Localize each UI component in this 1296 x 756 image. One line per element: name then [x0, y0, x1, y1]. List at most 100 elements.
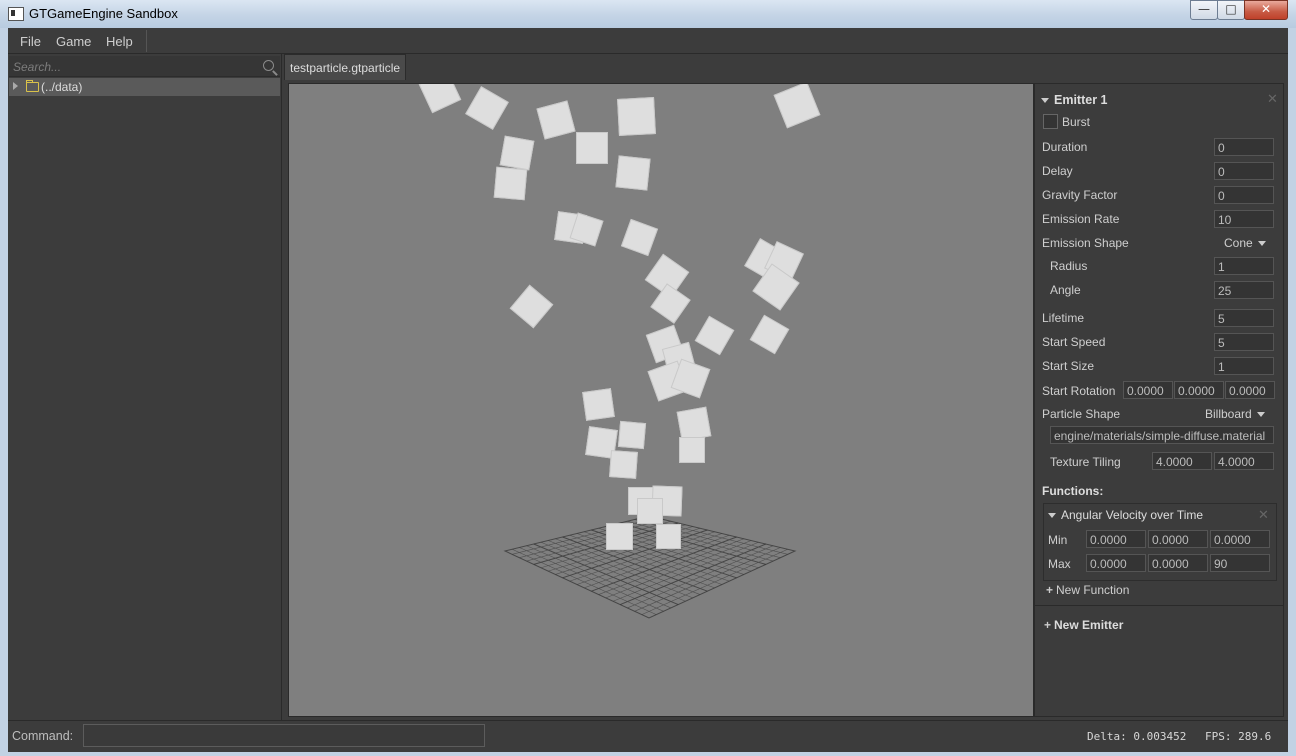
fps-readout: FPS: 289.6 [1205, 730, 1272, 743]
gravity-factor-label: Gravity Factor [1042, 188, 1118, 202]
search-icon[interactable] [263, 60, 274, 71]
duration-label: Duration [1042, 140, 1088, 154]
delay-label: Delay [1042, 164, 1073, 178]
delay-field[interactable]: 0 [1214, 162, 1274, 180]
functions-heading: Functions: [1042, 484, 1104, 498]
maximize-button[interactable]: □ [1217, 0, 1245, 20]
folder-icon [26, 80, 39, 92]
texture-tiling-v-field[interactable]: 4.0000 [1214, 452, 1274, 470]
particle [606, 523, 633, 550]
start-rotation-y-field[interactable]: 0.0000 [1174, 381, 1224, 399]
start-size-field[interactable]: 1 [1214, 357, 1274, 375]
menu-game[interactable]: Game [56, 34, 91, 49]
menu-help[interactable]: Help [106, 34, 133, 49]
new-emitter-button[interactable]: + New Emitter [1044, 618, 1123, 632]
search-placeholder: Search... [13, 60, 62, 74]
function-title: Angular Velocity over Time [1061, 508, 1204, 522]
emitter-title: Emitter 1 [1054, 93, 1108, 107]
particle-shape-label: Particle Shape [1042, 407, 1121, 421]
radius-field[interactable]: 1 [1214, 257, 1274, 275]
function-min-y-field[interactable]: 0.0000 [1148, 530, 1208, 548]
angle-label: Angle [1050, 283, 1081, 297]
start-speed-label: Start Speed [1042, 335, 1106, 349]
particle-shape-value: Billboard [1205, 407, 1252, 421]
tree-item-data[interactable]: (../data) [9, 78, 280, 96]
status-bar: Command: Delta: 0.003452 FPS: 289.6 [8, 720, 1288, 752]
minimize-button[interactable]: — [1190, 0, 1218, 20]
function-angular-velocity: Angular Velocity over Time ✕ Min 0.0000 … [1043, 503, 1277, 581]
emission-rate-label: Emission Rate [1042, 212, 1120, 226]
new-emitter-label: New Emitter [1054, 618, 1124, 632]
menu-file[interactable]: File [20, 34, 41, 49]
particle [609, 450, 638, 479]
collapse-arrow-icon[interactable] [1048, 513, 1056, 519]
window-titlebar[interactable]: GTGameEngine Sandbox — □ ✕ [0, 0, 1296, 29]
particle [679, 437, 705, 463]
emitter-header[interactable]: Emitter 1 [1041, 93, 1108, 107]
start-rotation-label: Start Rotation [1042, 384, 1116, 398]
menu-separator [146, 30, 147, 52]
duration-field[interactable]: 0 [1214, 138, 1274, 156]
emitter-properties-panel: Emitter 1 ✕ Burst Duration 0 Delay 0 Gra… [1034, 83, 1284, 717]
menu-bar: File Game Help [8, 28, 1288, 54]
delta-readout: Delta: 0.003452 [1087, 730, 1187, 743]
emission-shape-value: Cone [1224, 236, 1253, 250]
tab-label: testparticle.gtparticle [290, 61, 401, 75]
particle [582, 388, 615, 421]
collapse-arrow-icon[interactable] [1041, 98, 1049, 104]
particle-viewport[interactable] [288, 83, 1034, 717]
particle [615, 155, 651, 191]
particle [617, 420, 647, 450]
particle [499, 135, 535, 171]
command-input[interactable] [83, 724, 485, 747]
burst-checkbox[interactable] [1043, 114, 1058, 129]
particle [637, 498, 663, 524]
editor-tab-bar: testparticle.gtparticle [284, 54, 1288, 80]
particle [617, 97, 656, 136]
maximize-icon: □ [1225, 2, 1237, 16]
particle [656, 524, 681, 549]
particle-shape-dropdown[interactable]: Billboard [1205, 407, 1265, 421]
material-path-field[interactable]: engine/materials/simple-diffuse.material [1050, 426, 1274, 444]
angle-field[interactable]: 25 [1214, 281, 1274, 299]
tab-testparticle[interactable]: testparticle.gtparticle [284, 54, 407, 80]
window-frame-right [1288, 28, 1296, 756]
start-rotation-z-field[interactable]: 0.0000 [1225, 381, 1275, 399]
plus-icon: + [1046, 583, 1054, 597]
start-speed-field[interactable]: 5 [1214, 333, 1274, 351]
app-icon [8, 7, 24, 21]
dropdown-caret-icon [1257, 241, 1266, 247]
search-input[interactable]: Search... [9, 56, 280, 77]
tree-item-label: (../data) [41, 80, 83, 94]
expand-arrow-icon[interactable] [13, 82, 18, 90]
close-icon[interactable]: ✕ [1258, 507, 1269, 523]
plus-icon: + [1044, 618, 1052, 632]
window-title: GTGameEngine Sandbox [29, 6, 178, 21]
file-explorer-panel: Search... (../data) [8, 54, 282, 720]
dropdown-caret-icon [1256, 412, 1265, 418]
lifetime-field[interactable]: 5 [1214, 309, 1274, 327]
radius-label: Radius [1050, 259, 1088, 273]
texture-tiling-u-field[interactable]: 4.0000 [1152, 452, 1212, 470]
burst-label: Burst [1062, 115, 1091, 129]
app-client-area: File Game Help Search... (../data) testp… [8, 28, 1288, 752]
function-min-z-field[interactable]: 0.0000 [1210, 530, 1270, 548]
function-header[interactable]: Angular Velocity over Time [1048, 508, 1203, 522]
particle [576, 132, 608, 164]
function-max-y-field[interactable]: 0.0000 [1148, 554, 1208, 572]
lifetime-label: Lifetime [1042, 311, 1085, 325]
gravity-factor-field[interactable]: 0 [1214, 186, 1274, 204]
close-icon[interactable]: ✕ [1267, 91, 1278, 107]
function-max-z-field[interactable]: 90 [1210, 554, 1270, 572]
new-function-button[interactable]: + New Function [1046, 583, 1129, 597]
close-window-button[interactable]: ✕ [1244, 0, 1288, 20]
function-max-x-field[interactable]: 0.0000 [1086, 554, 1146, 572]
emission-rate-field[interactable]: 10 [1214, 210, 1274, 228]
start-rotation-x-field[interactable]: 0.0000 [1123, 381, 1173, 399]
new-function-label: New Function [1056, 583, 1130, 597]
emission-shape-dropdown[interactable]: Cone [1224, 236, 1266, 250]
function-max-label: Max [1048, 557, 1071, 571]
function-min-x-field[interactable]: 0.0000 [1086, 530, 1146, 548]
start-size-label: Start Size [1042, 359, 1095, 373]
minimize-icon: — [1198, 2, 1210, 16]
